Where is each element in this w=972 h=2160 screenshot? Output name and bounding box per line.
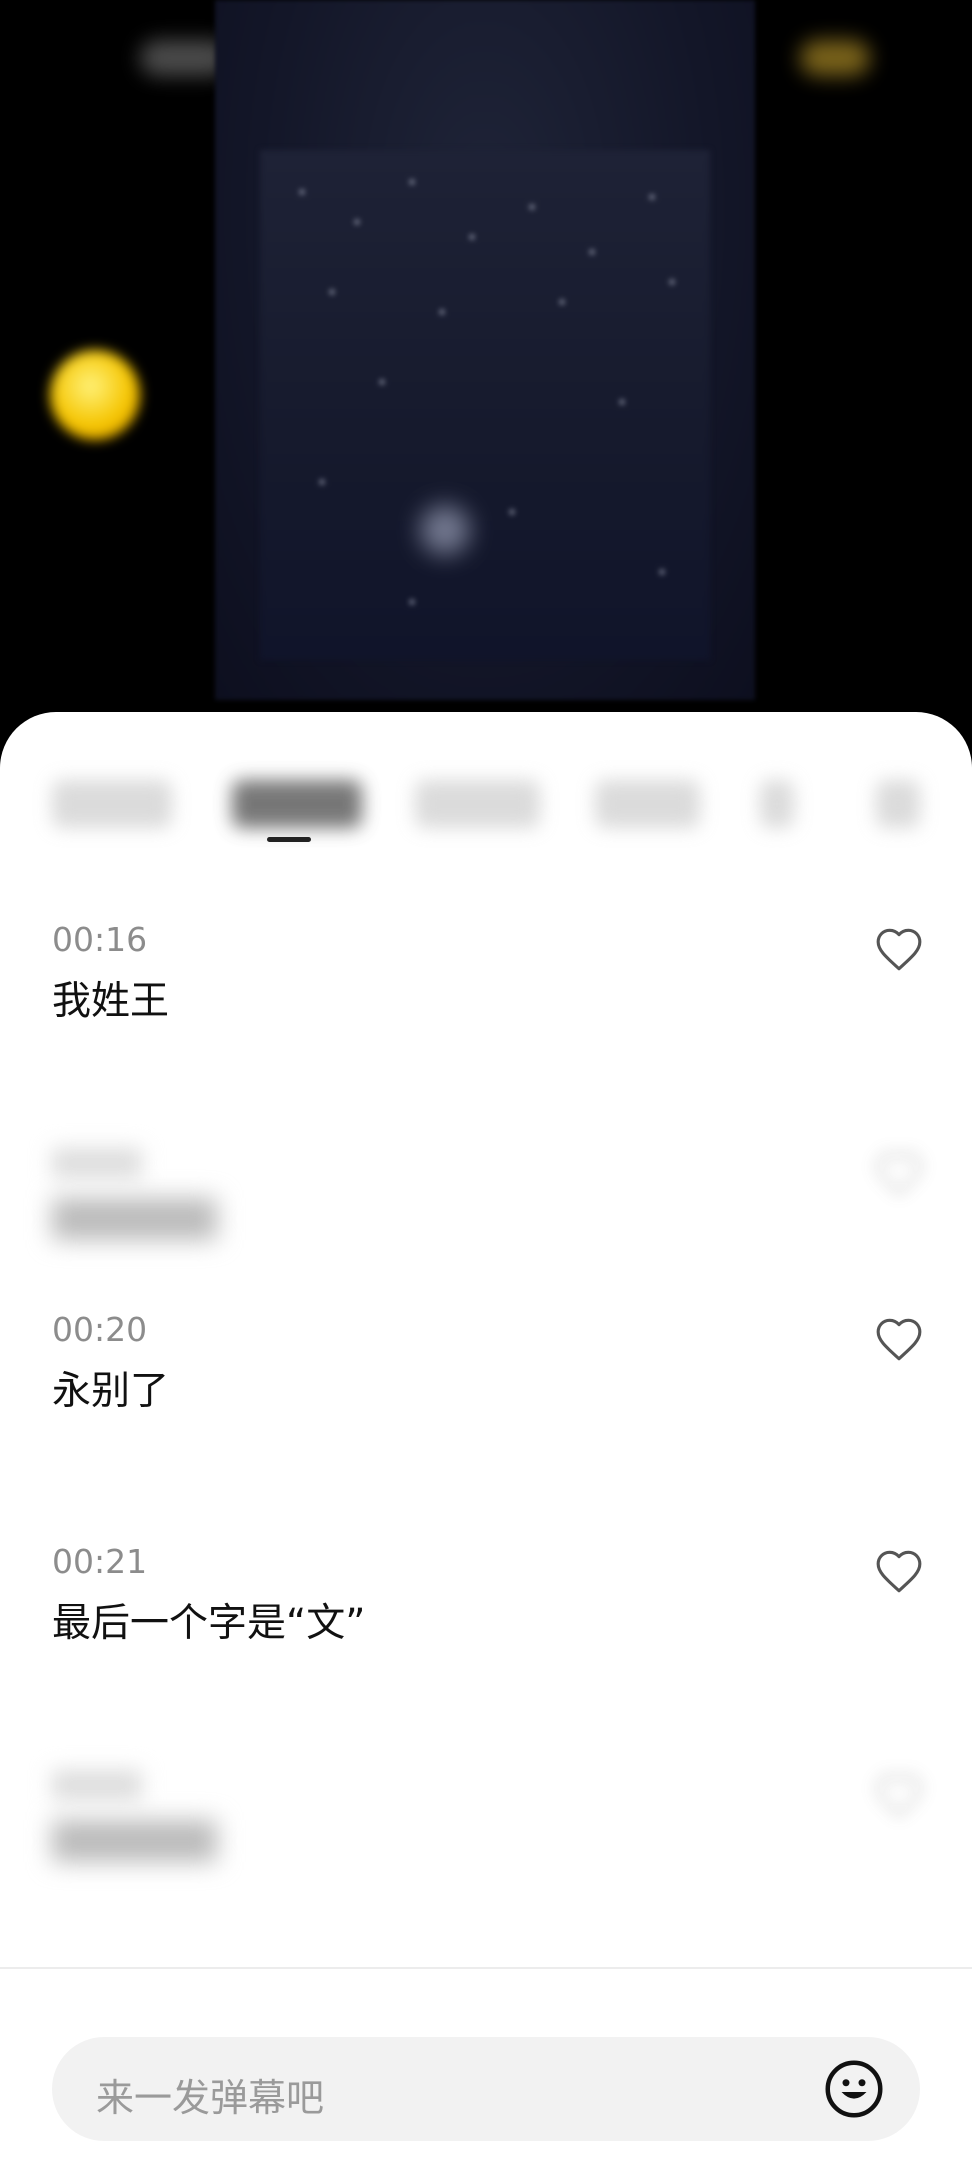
heart-icon[interactable] bbox=[874, 1772, 924, 1818]
tab-4[interactable] bbox=[595, 780, 700, 828]
danmaku-input[interactable]: 来一发弹幕吧 bbox=[52, 2037, 920, 2141]
video-background bbox=[0, 0, 972, 760]
heart-icon[interactable] bbox=[874, 1316, 924, 1362]
danmaku-time: 00:20 bbox=[52, 1310, 148, 1349]
list-item: 00:16 我姓王 bbox=[0, 920, 972, 1100]
floating-ball-icon[interactable] bbox=[50, 350, 140, 440]
danmaku-text: 最后一个字是“文” bbox=[52, 1601, 366, 1646]
video-light-spot bbox=[420, 505, 470, 555]
tab-1[interactable] bbox=[52, 780, 172, 828]
tab-2[interactable] bbox=[232, 780, 362, 828]
danmaku-text: 永别了 bbox=[52, 1369, 170, 1414]
tab-3[interactable] bbox=[415, 780, 540, 828]
danmaku-text: 我姓王 bbox=[52, 979, 170, 1024]
close-icon[interactable] bbox=[876, 780, 920, 828]
danmaku-input-placeholder: 来一发弹幕吧 bbox=[96, 2076, 325, 2120]
tab-indicator bbox=[267, 837, 311, 842]
list-item bbox=[0, 1766, 972, 1946]
danmaku-time: 00:21 bbox=[52, 1542, 148, 1581]
list-item bbox=[0, 1144, 972, 1324]
smiley-icon[interactable] bbox=[824, 2059, 884, 2119]
divider bbox=[0, 1967, 972, 1969]
danmaku-time: 00:16 bbox=[52, 920, 148, 959]
list-item: 00:21 最后一个字是“文” bbox=[0, 1542, 972, 1722]
heart-icon[interactable] bbox=[874, 1548, 924, 1594]
battery-icon bbox=[800, 40, 870, 76]
danmaku-sheet: 00:16 我姓王 00:20 永别了 00:21 最后一个字是“文” 来一发弹… bbox=[0, 712, 972, 2160]
video-thumbnail bbox=[260, 150, 710, 660]
list-item: 00:20 永别了 bbox=[0, 1310, 972, 1490]
tab-5[interactable] bbox=[760, 780, 794, 828]
heart-icon[interactable] bbox=[874, 1150, 924, 1196]
heart-icon[interactable] bbox=[874, 926, 924, 972]
tab-bar bbox=[0, 712, 972, 862]
